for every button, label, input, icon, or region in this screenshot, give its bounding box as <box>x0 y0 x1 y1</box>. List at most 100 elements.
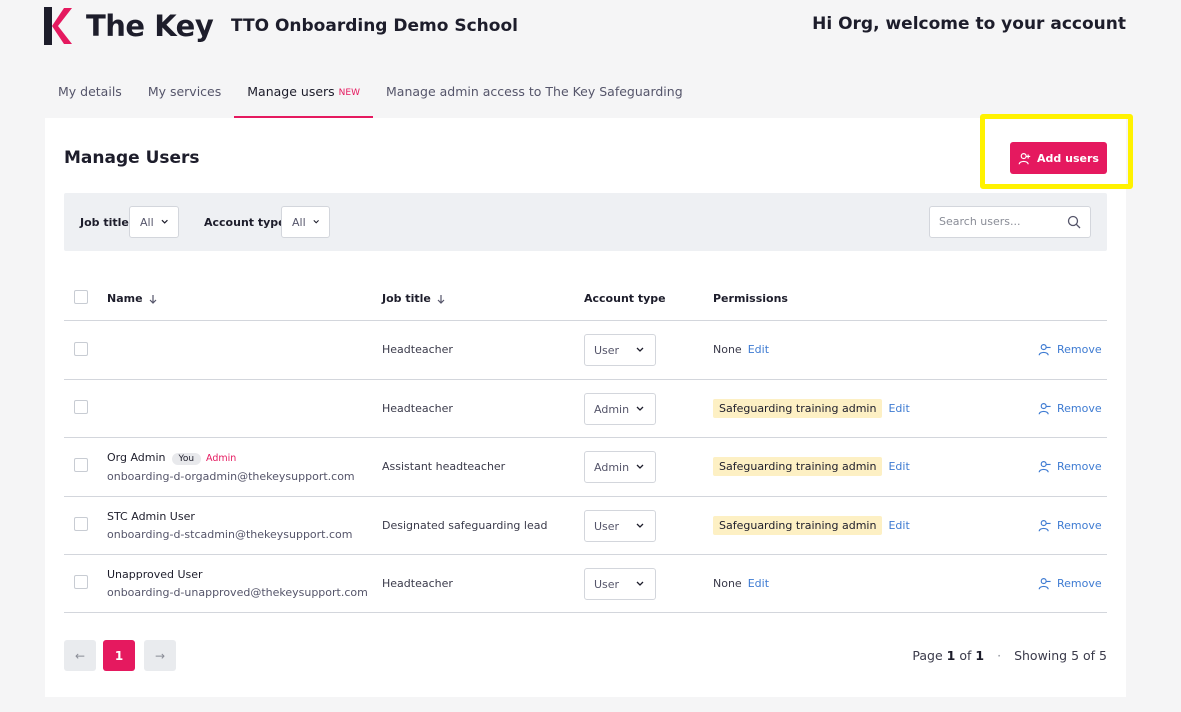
manage-users-card: Manage Users Add users Job title All Acc… <box>45 114 1133 697</box>
table-row: STC Admin User onboarding-d-stcadmin@the… <box>64 497 1107 555</box>
account-type-value: Admin <box>594 402 630 416</box>
tab-my-services[interactable]: My services <box>135 76 234 118</box>
row-checkbox[interactable] <box>74 400 88 414</box>
row-checkbox[interactable] <box>74 517 88 531</box>
edit-permissions-link[interactable]: Edit <box>888 460 909 473</box>
tab-manage-admin-access[interactable]: Manage admin access to The Key Safeguard… <box>373 76 696 118</box>
edit-permissions-link[interactable]: Edit <box>888 402 909 415</box>
chevron-down-icon <box>636 464 644 469</box>
user-email: onboarding-d-orgadmin@thekeysupport.com <box>107 470 355 483</box>
permission-badge: Safeguarding training admin <box>713 516 883 535</box>
remove-user-icon <box>1038 403 1051 415</box>
account-type-select[interactable]: Admin <box>584 451 656 483</box>
table-row: Org Admin You Admin onboarding-d-orgadmin@… <box>64 438 1107 497</box>
permissions-cell: Safeguarding training admin Edit <box>713 457 910 476</box>
permission-value: None <box>713 577 742 590</box>
tab-label: My details <box>58 84 122 99</box>
welcome-message: Hi Org, welcome to your account <box>812 14 1126 34</box>
edit-permissions-link[interactable]: Edit <box>888 519 909 532</box>
next-page-button[interactable]: → <box>144 640 176 671</box>
add-users-label: Add users <box>1037 151 1099 165</box>
remove-label: Remove <box>1057 343 1102 356</box>
page-of: of <box>959 648 972 663</box>
job-title-cell: Headteacher <box>382 577 453 590</box>
remove-user-button[interactable]: Remove <box>1038 577 1102 590</box>
users-table: Name Job title Account type Permissions … <box>64 278 1107 613</box>
remove-user-button[interactable]: Remove <box>1038 402 1102 415</box>
remove-user-button[interactable]: Remove <box>1038 460 1102 473</box>
permission-badge: Safeguarding training admin <box>713 457 883 476</box>
account-type-select[interactable]: Admin <box>584 393 656 425</box>
remove-label: Remove <box>1057 519 1102 532</box>
remove-user-icon <box>1038 578 1051 590</box>
search-input[interactable] <box>939 215 1064 228</box>
tab-my-details[interactable]: My details <box>45 76 135 118</box>
account-type-filter-select[interactable]: All <box>281 206 330 238</box>
user-name: STC Admin User <box>107 510 195 523</box>
account-tabs: My details My services Manage users NEW M… <box>45 76 696 118</box>
row-checkbox[interactable] <box>74 458 88 472</box>
account-type-select[interactable]: User <box>584 510 656 542</box>
page-1-button[interactable]: 1 <box>103 640 135 671</box>
showing-count: Showing 5 of 5 <box>1014 648 1107 663</box>
key-logo-icon <box>44 7 72 45</box>
permissions-cell: Safeguarding training admin Edit <box>713 516 910 535</box>
permission-badge: Safeguarding training admin <box>713 399 883 418</box>
account-type-select[interactable]: User <box>584 334 656 366</box>
user-name: Unapproved User <box>107 568 203 581</box>
job-title-cell: Headteacher <box>382 402 453 415</box>
edit-permissions-link[interactable]: Edit <box>748 577 769 590</box>
account-type-filter-label: Account type <box>204 216 286 229</box>
row-checkbox[interactable] <box>74 575 88 589</box>
sort-arrow-icon <box>437 294 445 304</box>
user-email: onboarding-d-unapproved@thekeysupport.co… <box>107 586 368 599</box>
remove-user-button[interactable]: Remove <box>1038 519 1102 532</box>
job-title-cell: Assistant headteacher <box>382 460 506 473</box>
remove-label: Remove <box>1057 577 1102 590</box>
column-header-label: Job title <box>382 292 431 305</box>
user-name-cell: Org Admin You Admin onboarding-d-orgadmin@… <box>107 451 355 483</box>
chevron-down-icon <box>161 219 168 224</box>
column-header-label: Name <box>107 292 143 305</box>
remove-label: Remove <box>1057 460 1102 473</box>
search-box <box>929 206 1091 238</box>
remove-user-icon <box>1038 344 1051 356</box>
account-type-select[interactable]: User <box>584 568 656 600</box>
sort-arrow-icon <box>149 294 156 304</box>
job-title-filter-label: Job title <box>80 216 129 229</box>
page-total: 1 <box>975 648 985 663</box>
remove-user-icon <box>1038 520 1051 532</box>
select-all-checkbox[interactable] <box>74 290 88 304</box>
row-checkbox[interactable] <box>74 342 88 356</box>
account-type-value: User <box>594 519 620 533</box>
permissions-cell: Safeguarding training admin Edit <box>713 399 910 418</box>
remove-user-button[interactable]: Remove <box>1038 343 1102 356</box>
tab-label: My services <box>147 84 222 99</box>
user-email: onboarding-d-stcadmin@thekeysupport.com <box>107 528 353 541</box>
page-info: Page 1 of 1 · Showing 5 of 5 <box>912 648 1107 663</box>
chevron-down-icon <box>636 347 644 352</box>
column-header-job-title[interactable]: Job title <box>382 292 445 305</box>
brand-name: The Key <box>86 9 214 43</box>
remove-user-icon <box>1038 461 1051 473</box>
column-header-label: Permissions <box>713 292 788 305</box>
job-title-cell: Headteacher <box>382 343 453 356</box>
edit-permissions-link[interactable]: Edit <box>748 343 769 356</box>
add-users-button[interactable]: Add users <box>1010 142 1107 174</box>
tab-manage-users[interactable]: Manage users NEW <box>234 76 373 118</box>
permissions-cell: None Edit <box>713 577 769 590</box>
user-name-cell: STC Admin User onboarding-d-stcadmin@the… <box>107 510 353 541</box>
the-key-logo[interactable]: The Key <box>44 6 214 46</box>
add-user-icon <box>1018 152 1031 164</box>
previous-page-button[interactable]: ← <box>64 640 96 671</box>
job-title-filter-select[interactable]: All <box>129 206 179 238</box>
column-header-permissions: Permissions <box>713 292 788 305</box>
column-header-name[interactable]: Name <box>107 292 157 305</box>
permission-value: None <box>713 343 742 356</box>
tab-label: Manage admin access to The Key Safeguard… <box>386 84 683 99</box>
account-type-value: User <box>594 343 620 357</box>
admin-role-tag: Admin <box>206 453 237 464</box>
table-row: Headteacher Admin Safeguarding training … <box>64 380 1107 438</box>
search-icon[interactable] <box>1067 215 1081 229</box>
chevron-down-icon <box>636 581 644 586</box>
